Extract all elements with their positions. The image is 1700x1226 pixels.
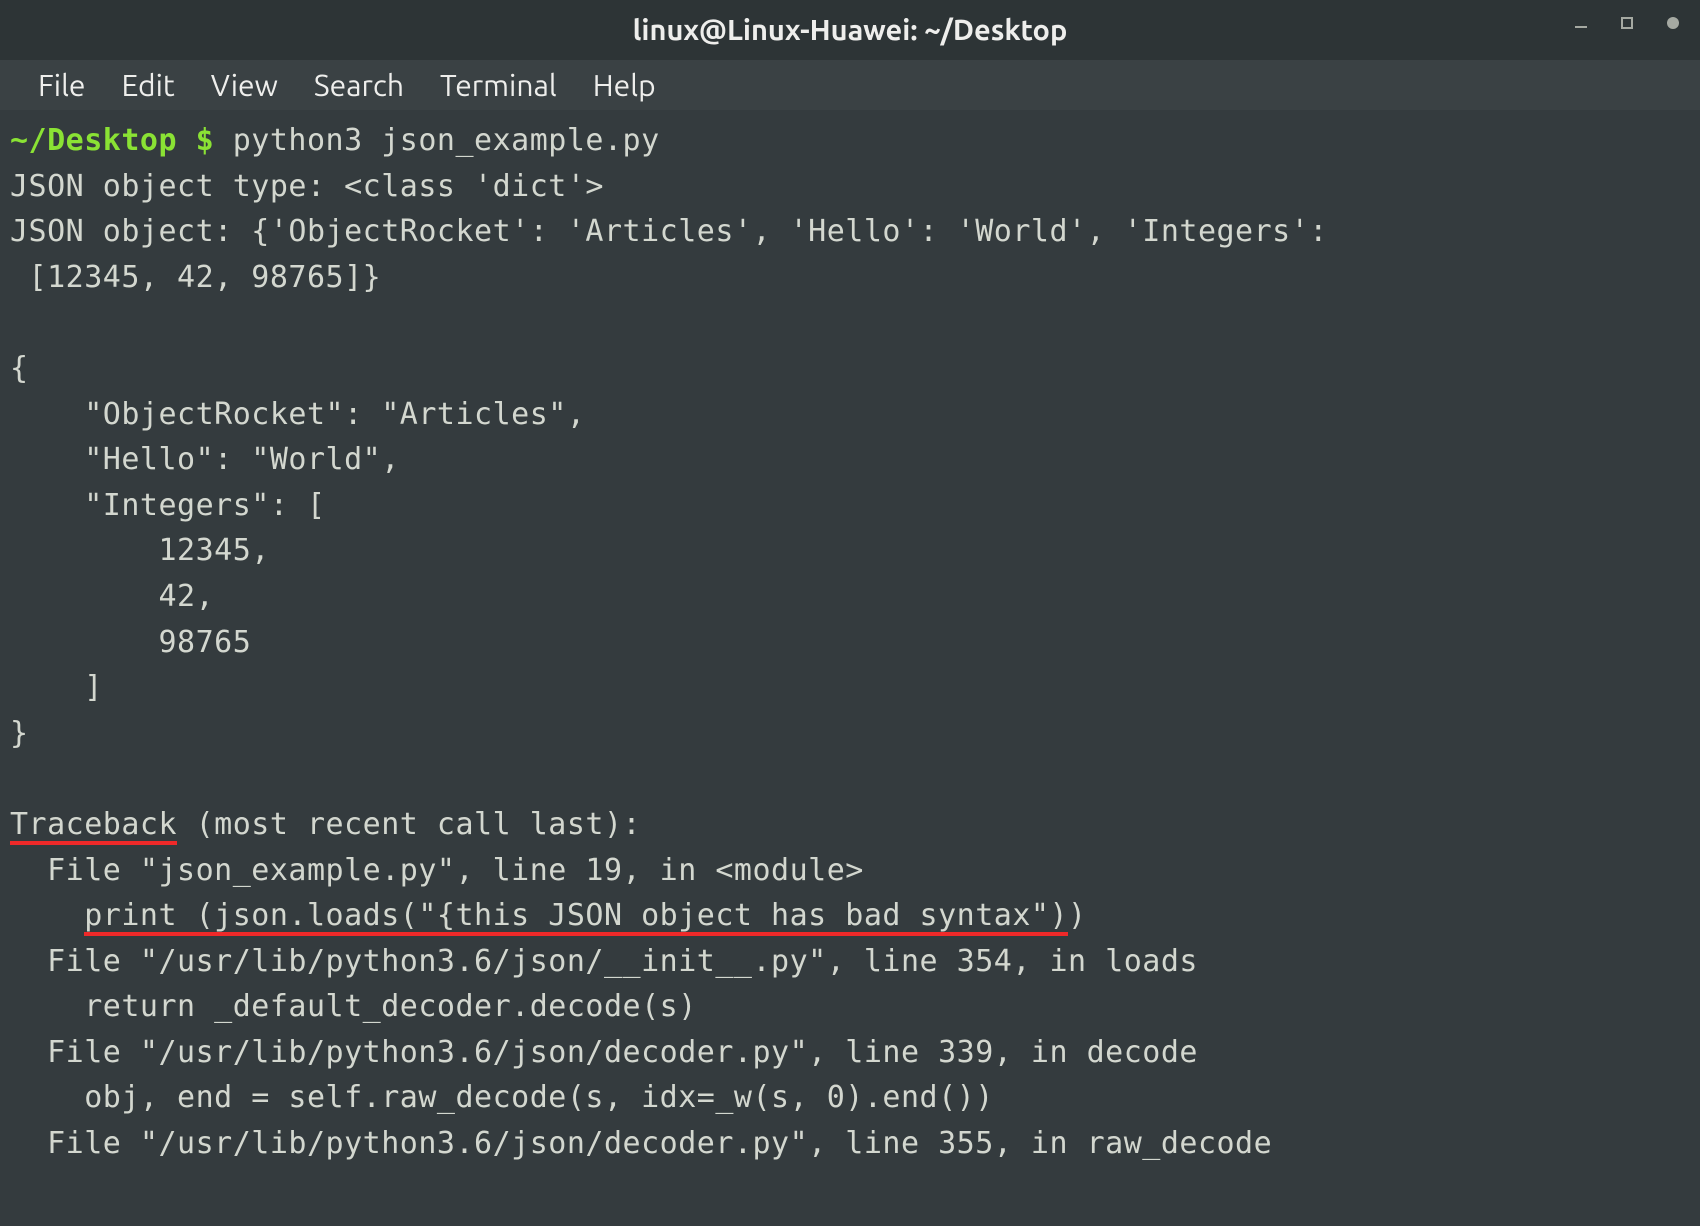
close-button[interactable] xyxy=(1664,14,1682,32)
minimize-button[interactable] xyxy=(1572,14,1590,32)
prompt-dollar: $ xyxy=(177,123,233,158)
output-line: "ObjectRocket": "Articles", xyxy=(10,397,585,432)
traceback-line: File "/usr/lib/python3.6/json/__init__.p… xyxy=(10,944,1198,979)
menu-view[interactable]: View xyxy=(193,62,296,108)
titlebar: linux@Linux-Huawei: ~/Desktop xyxy=(0,0,1700,60)
output-line: JSON object: {'ObjectRocket': 'Articles'… xyxy=(10,214,1328,249)
traceback-line: File "json_example.py", line 19, in <mod… xyxy=(10,853,864,888)
maximize-button[interactable] xyxy=(1618,14,1636,32)
menu-help[interactable]: Help xyxy=(575,62,674,108)
output-line: { xyxy=(10,351,29,386)
menu-search[interactable]: Search xyxy=(296,62,422,108)
command-text: python3 json_example.py xyxy=(233,123,660,158)
traceback-line-pre xyxy=(10,898,84,933)
traceback-header: Traceback xyxy=(10,807,177,842)
menu-terminal[interactable]: Terminal xyxy=(422,62,575,108)
output-line: [12345, 42, 98765]} xyxy=(10,260,381,295)
traceback-line: File "/usr/lib/python3.6/json/decoder.py… xyxy=(10,1126,1272,1161)
traceback-line: return _default_decoder.decode(s) xyxy=(10,989,697,1024)
output-line: JSON object type: <class 'dict'> xyxy=(10,169,604,204)
menubar: File Edit View Search Terminal Help xyxy=(0,60,1700,110)
output-line: 12345, xyxy=(10,533,270,568)
output-line: ] xyxy=(10,670,103,705)
terminal-output[interactable]: ~/Desktop $ python3 json_example.py JSON… xyxy=(0,110,1700,1226)
prompt-path: ~/Desktop xyxy=(10,123,177,158)
window-controls xyxy=(1572,14,1682,32)
output-line: } xyxy=(10,716,29,751)
traceback-line: obj, end = self.raw_decode(s, idx=_w(s, … xyxy=(10,1080,994,1115)
output-line: "Hello": "World", xyxy=(10,442,400,477)
output-line: "Integers": [ xyxy=(10,488,326,523)
menu-edit[interactable]: Edit xyxy=(104,62,193,108)
window-title: linux@Linux-Huawei: ~/Desktop xyxy=(633,14,1068,46)
output-line: 98765 xyxy=(10,625,251,660)
traceback-line-post: ) xyxy=(1068,898,1087,933)
traceback-line: File "/usr/lib/python3.6/json/decoder.py… xyxy=(10,1035,1198,1070)
output-line: 42, xyxy=(10,579,214,614)
traceback-error-line: print (json.loads("{this JSON object has… xyxy=(84,898,1068,933)
menu-file[interactable]: File xyxy=(20,62,104,108)
traceback-rest: (most recent call last): xyxy=(177,807,641,842)
